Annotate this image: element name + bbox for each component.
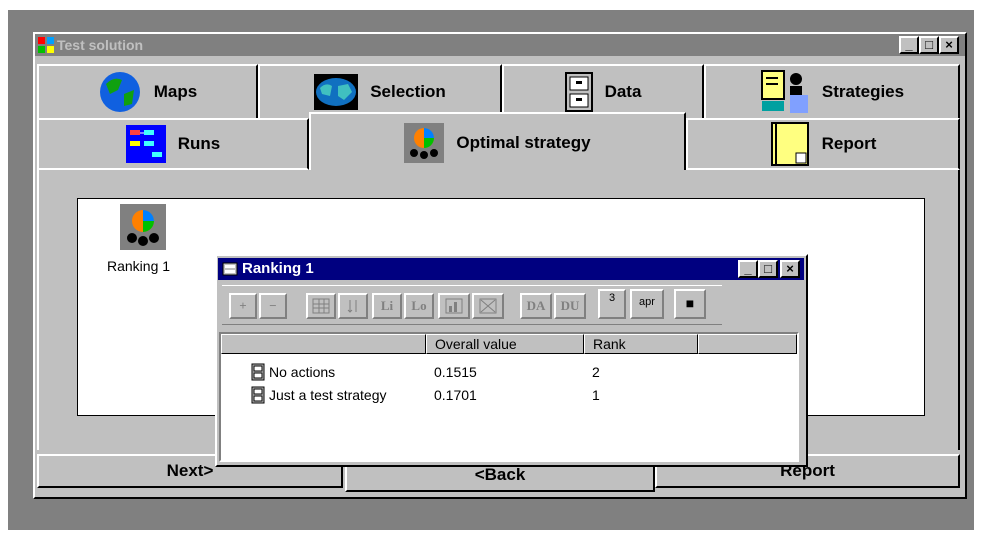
window-icon — [222, 261, 238, 277]
sort-button[interactable] — [338, 293, 368, 319]
row-rank: 2 — [592, 364, 600, 380]
app-icon — [38, 37, 54, 53]
close-button[interactable]: × — [939, 36, 959, 54]
ranking-pie-icon — [120, 204, 166, 250]
da-button[interactable]: DA — [520, 293, 552, 319]
tab-selection[interactable]: Selection — [258, 64, 502, 118]
row-name: No actions — [269, 364, 336, 380]
tab-label: Data — [604, 82, 642, 101]
row-value: 0.1701 — [434, 387, 477, 403]
maximize-button[interactable]: □ — [919, 36, 939, 54]
scatter-icon — [479, 298, 497, 314]
apr-button[interactable]: apr — [630, 289, 664, 319]
close-button[interactable]: × — [780, 260, 800, 278]
column-header-extra[interactable] — [698, 334, 797, 354]
column-header-rank[interactable]: Rank — [584, 334, 698, 354]
world-map-icon — [314, 74, 359, 110]
tab-maps[interactable]: Maps — [37, 64, 258, 118]
chart-icon — [445, 298, 463, 314]
file-cabinet-icon — [251, 363, 265, 381]
tab-label: Report — [821, 134, 877, 153]
notepad-icon — [770, 122, 809, 166]
tab-label: Runs — [177, 134, 221, 153]
li-button[interactable]: Li — [372, 293, 402, 319]
column-header-overall-value[interactable]: Overall value — [426, 334, 584, 354]
minimize-button[interactable]: _ — [738, 260, 758, 278]
tab-label: Maps — [153, 82, 198, 101]
minimize-button[interactable]: _ — [899, 36, 919, 54]
tab-label: Selection — [370, 82, 446, 101]
row-rank: 1 — [592, 387, 600, 403]
du-button[interactable]: DU — [554, 293, 586, 319]
ranking-item[interactable]: Ranking 1 — [100, 204, 190, 279]
remove-button[interactable]: − — [259, 293, 287, 319]
tab-label: Optimal strategy — [456, 133, 591, 152]
tab-label: Strategies — [821, 82, 905, 101]
stop-button[interactable]: ■ — [674, 289, 706, 319]
table-row[interactable]: Just a test strategy 0.1701 1 — [221, 385, 797, 407]
row-name: Just a test strategy — [269, 387, 387, 403]
file-cabinet-icon — [251, 386, 265, 404]
ranking-title-bar[interactable]: Ranking 1 _ □ × — [218, 258, 804, 280]
tab-data[interactable]: Data — [502, 64, 704, 118]
maximize-button[interactable]: □ — [758, 260, 778, 278]
sort-icon — [347, 300, 357, 313]
table-row[interactable]: No actions 0.1515 2 — [221, 362, 797, 384]
title-bar[interactable]: Test solution _ □ × — [35, 34, 965, 56]
window-title: Test solution — [57, 37, 144, 53]
table-view-button[interactable] — [306, 293, 336, 319]
ranking-pie-icon — [404, 123, 445, 163]
tab-optimal-strategy[interactable]: Optimal strategy — [309, 112, 686, 172]
row-value: 0.1515 — [434, 364, 477, 380]
tab-strategies[interactable]: Strategies — [704, 64, 960, 118]
ranking-window-title: Ranking 1 — [242, 260, 314, 277]
tab-report[interactable]: Report — [686, 118, 960, 170]
scatter-button[interactable] — [472, 293, 504, 319]
add-button[interactable]: + — [229, 293, 257, 319]
lo-button[interactable]: Lo — [404, 293, 434, 319]
tab-runs[interactable]: Runs — [37, 118, 309, 170]
decimals-button[interactable]: 3 — [598, 289, 626, 319]
person-board-icon — [760, 70, 808, 113]
flowchart-icon — [125, 125, 166, 163]
column-header-name[interactable] — [221, 334, 426, 354]
file-cabinet-icon — [564, 72, 593, 112]
globe-icon — [99, 72, 140, 112]
chart-button[interactable] — [438, 293, 470, 319]
ranking-item-label: Ranking 1 — [107, 258, 171, 274]
grid-icon — [312, 298, 330, 314]
